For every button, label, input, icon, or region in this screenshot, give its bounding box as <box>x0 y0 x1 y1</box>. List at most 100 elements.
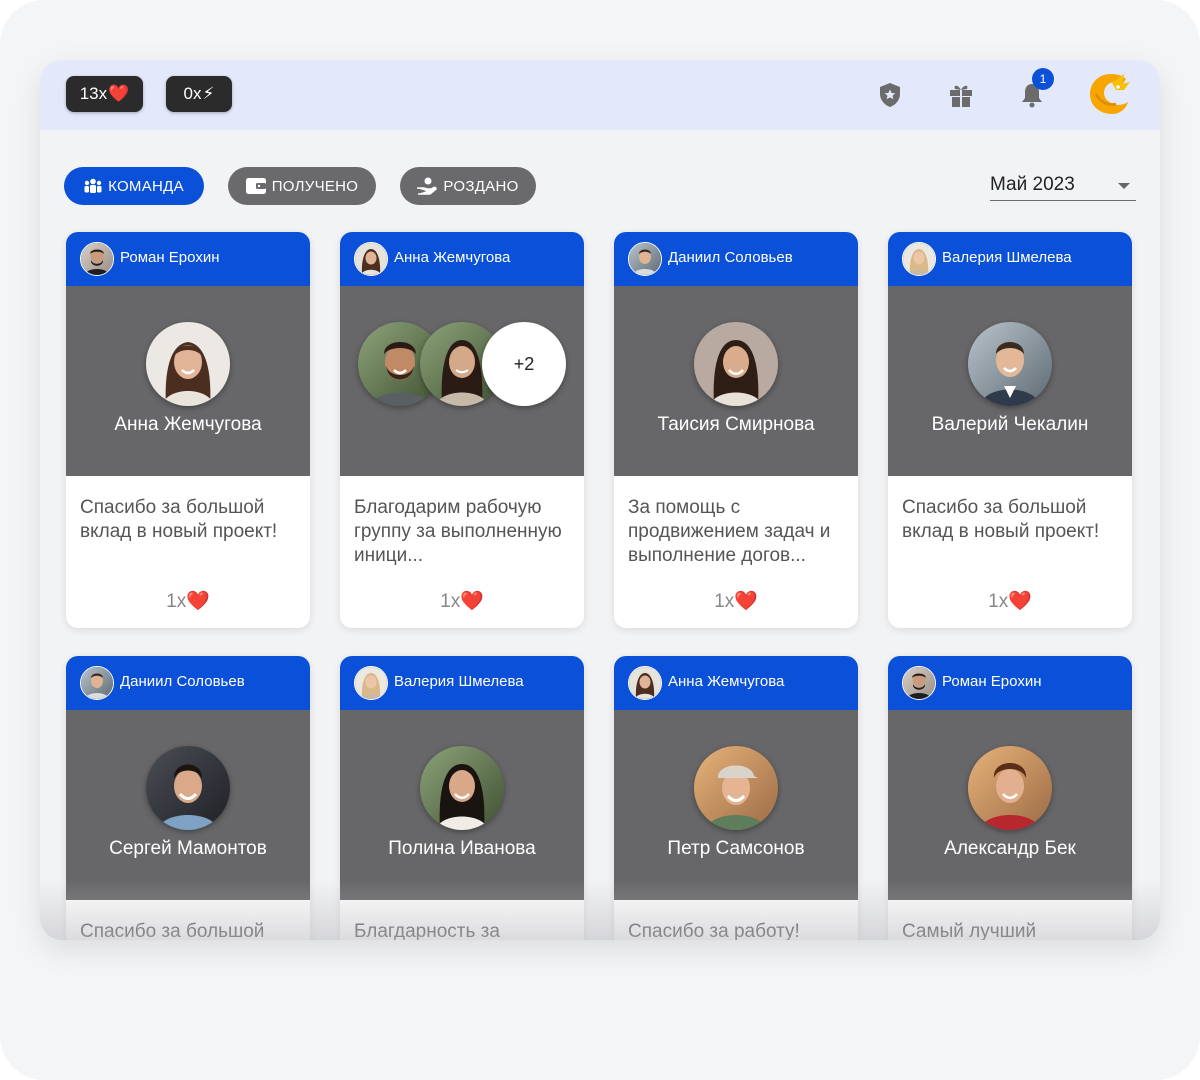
tab-received-label: ПОЛУЧЕНО <box>271 177 359 195</box>
card-header: Даниил Соловьев <box>614 232 858 286</box>
card-message: Благодарим рабочую группу за выполненную… <box>354 497 562 566</box>
wallet-icon <box>245 178 266 194</box>
card-header: Валерия Шмелева <box>340 656 584 710</box>
heart-icon: ❤️ <box>108 84 130 103</box>
recipient-name: Полина Иванова <box>388 838 536 859</box>
dragon-logo[interactable] <box>1082 68 1134 120</box>
hearts-balance[interactable]: 13x ❤️ <box>66 76 143 112</box>
avatar <box>146 746 230 830</box>
avatar <box>694 746 778 830</box>
card-count: 1x❤️ <box>340 589 584 613</box>
card-media: +2 <box>340 286 584 476</box>
card-message: Спасибо за большой вклад в новый проект! <box>80 497 278 542</box>
card-header: Анна Жемчугова <box>340 232 584 286</box>
recipient-name: Сергей Мамонтов <box>109 838 267 859</box>
card-media: Петр Самсонов <box>614 710 858 900</box>
team-icon <box>84 178 102 194</box>
gratitude-card[interactable]: Валерия Шмелева Полина Иванова Благдарно… <box>340 656 584 940</box>
card-message: Спасибо за работу! <box>628 921 800 940</box>
card-header: Анна Жемчугова <box>614 656 858 710</box>
chevron-down-icon <box>1118 183 1130 189</box>
gift-icon[interactable] <box>946 80 976 110</box>
tab-team-label: КОМАНДА <box>108 177 184 195</box>
tab-team[interactable]: КОМАНДА <box>64 167 204 205</box>
avatar <box>354 242 388 276</box>
card-media: Анна Жемчугова <box>66 286 310 476</box>
card-header: Даниил Соловьев <box>66 656 310 710</box>
heart-icon: ❤️ <box>734 591 758 612</box>
card-message: За помощь с продвижением задач и выполне… <box>628 497 831 566</box>
card-count-value: 1x <box>440 591 461 612</box>
avatar <box>80 242 114 276</box>
card-message: Спасибо за большой <box>80 921 265 940</box>
sender-name: Даниил Соловьев <box>668 249 793 266</box>
recipient-name: Валерий Чекалин <box>931 414 1089 435</box>
card-count: 1x❤️ <box>614 589 858 613</box>
tab-given-label: РОЗДАНО <box>443 177 519 195</box>
heart-icon: ❤️ <box>1008 591 1032 612</box>
hearts-balance-count: 13x <box>79 84 108 103</box>
card-message: Спасибо за большой вклад в новый проект! <box>902 497 1100 542</box>
card-media: Валерий Чекалин <box>888 286 1132 476</box>
lightning-icon: ⚡ <box>202 84 215 103</box>
sender-name: Валерия Шмелева <box>942 249 1072 266</box>
sender-name: Анна Жемчугова <box>394 249 511 266</box>
hand-give-icon <box>417 177 438 195</box>
avatar <box>968 322 1052 406</box>
avatar <box>628 666 662 700</box>
gratitude-card[interactable]: Даниил Соловьев Сергей Мамонтов Спасибо … <box>66 656 310 940</box>
card-count: 1x❤️ <box>66 589 310 613</box>
gratitude-card[interactable]: Анна Жемчугова Петр Самсонов Спасибо за … <box>614 656 858 940</box>
recipient-name: Петр Самсонов <box>667 838 805 859</box>
card-message: Благдарность за <box>354 921 500 940</box>
avatar <box>902 242 936 276</box>
card-header: Роман Ерохин <box>66 232 310 286</box>
sender-name: Даниил Соловьев <box>120 673 245 690</box>
card-header: Валерия Шмелева <box>888 232 1132 286</box>
sender-name: Анна Жемчугова <box>668 673 785 690</box>
device-frame: 13x ❤️ 0x ⚡ 1 КОМАНДА ПОЛУЧЕНО РОЗДАНО М… <box>0 0 1200 1080</box>
recipient-name: Анна Жемчугова <box>114 414 262 435</box>
gratitude-card[interactable]: Даниил Соловьев Таисия Смирнова За помощ… <box>614 232 858 628</box>
card-media: Александр Бек <box>888 710 1132 900</box>
top-bar: 13x ❤️ 0x ⚡ 1 <box>40 60 1160 130</box>
app-screen: 13x ❤️ 0x ⚡ 1 КОМАНДА ПОЛУЧЕНО РОЗДАНО М… <box>40 60 1160 940</box>
avatar <box>80 666 114 700</box>
more-recipients-badge[interactable]: +2 <box>482 322 566 406</box>
card-count-value: 1x <box>166 591 187 612</box>
card-media: Полина Иванова <box>340 710 584 900</box>
recipient-name: Александр Бек <box>944 838 1076 859</box>
avatar <box>420 746 504 830</box>
sender-name: Роман Ерохин <box>120 249 220 266</box>
avatar <box>354 666 388 700</box>
card-count-value: 1x <box>714 591 735 612</box>
gratitude-card[interactable]: Валерия Шмелева Валерий Чекалин Спасибо … <box>888 232 1132 628</box>
avatar <box>694 322 778 406</box>
notification-badge: 1 <box>1032 68 1054 90</box>
avatar <box>146 322 230 406</box>
tab-received[interactable]: ПОЛУЧЕНО <box>228 167 376 205</box>
recipient-name: Таисия Смирнова <box>657 414 815 435</box>
card-message: Самый лучший <box>902 921 1037 940</box>
sender-name: Роман Ерохин <box>942 673 1042 690</box>
heart-icon: ❤️ <box>186 591 210 612</box>
gratitude-card[interactable]: Анна Жемчугова +2 Благодарим рабочую гру… <box>340 232 584 628</box>
gratitude-card[interactable]: Роман Ерохин Анна Жемчугова Спасибо за б… <box>66 232 310 628</box>
card-count-value: 1x <box>988 591 1009 612</box>
period-select[interactable]: Май 2023 <box>990 172 1136 201</box>
sender-name: Валерия Шмелева <box>394 673 524 690</box>
avatar <box>628 242 662 276</box>
shield-star-icon[interactable] <box>875 80 905 110</box>
period-select-value: Май 2023 <box>990 174 1075 195</box>
tab-given[interactable]: РОЗДАНО <box>400 167 536 205</box>
avatar <box>902 666 936 700</box>
card-media: Таисия Смирнова <box>614 286 858 476</box>
gratitude-card[interactable]: Роман Ерохин Александр Бек Самый лучший <box>888 656 1132 940</box>
card-media: Сергей Мамонтов <box>66 710 310 900</box>
energy-balance[interactable]: 0x ⚡ <box>166 76 232 112</box>
card-header: Роман Ерохин <box>888 656 1132 710</box>
avatar <box>968 746 1052 830</box>
energy-balance-count: 0x <box>183 84 202 103</box>
card-count: 1x❤️ <box>888 589 1132 613</box>
heart-icon: ❤️ <box>460 591 484 612</box>
